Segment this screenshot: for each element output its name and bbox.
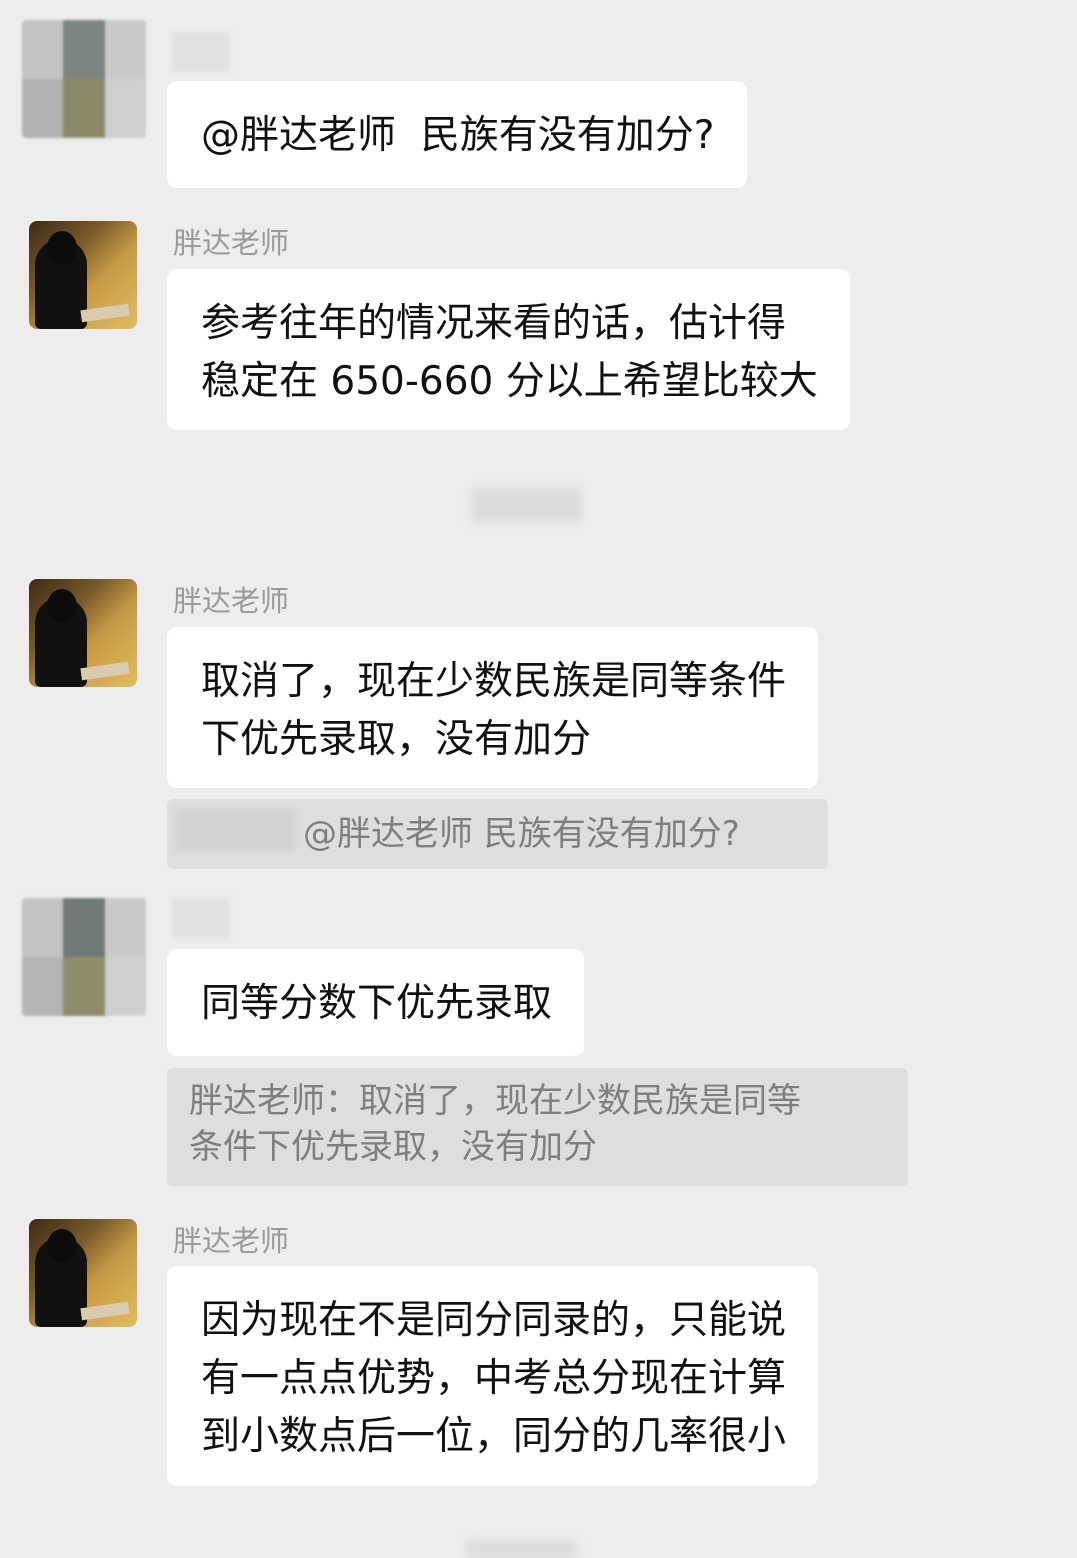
message-bubble[interactable]: 因为现在不是同分同录的，只能说 有一点点优势，中考总分现在计算 到小数点后一位，… [167, 1266, 819, 1486]
message-bubble[interactable]: 取消了，现在少数民族是同等条件 下优先录取，没有加分 [167, 627, 819, 788]
avatar[interactable] [29, 221, 137, 329]
message-bubble[interactable]: 参考往年的情况来看的话，估计得 稳定在 650-660 分以上希望比较大 [167, 269, 850, 430]
avatar[interactable] [22, 20, 146, 138]
message-bubble[interactable]: @胖达老师 民族有没有加分? [167, 81, 747, 188]
message-bubble[interactable]: 同等分数下优先录取 [167, 949, 585, 1056]
sender-name: 胖达老师 [173, 226, 290, 260]
timestamp-blurred [472, 488, 582, 522]
timestamp-blurred [466, 1540, 576, 1558]
avatar-head [47, 589, 77, 623]
quoted-text: @胖达老师 民族有没有加分? [303, 814, 740, 854]
avatar-head [47, 1229, 77, 1263]
quoted-message[interactable]: @胖达老师 民族有没有加分? [167, 799, 828, 869]
avatar[interactable] [29, 1219, 137, 1327]
avatar-book [80, 1301, 130, 1321]
chat-window: @胖达老师 民族有没有加分? 胖达老师 参考往年的情况来看的话，估计得 稳定在 … [0, 0, 1077, 1558]
quoted-message[interactable]: 胖达老师：取消了，现在少数民族是同等 条件下优先录取，没有加分 [167, 1068, 908, 1186]
avatar-head [47, 231, 77, 265]
quoted-sender-blurred [175, 809, 295, 851]
avatar[interactable] [22, 898, 146, 1016]
sender-name: 胖达老师 [173, 584, 290, 618]
avatar-book [80, 303, 130, 323]
avatar[interactable] [29, 579, 137, 687]
sender-name-blurred [172, 32, 230, 72]
sender-name-blurred [172, 898, 230, 938]
sender-name: 胖达老师 [173, 1224, 290, 1258]
avatar-book [80, 661, 130, 681]
